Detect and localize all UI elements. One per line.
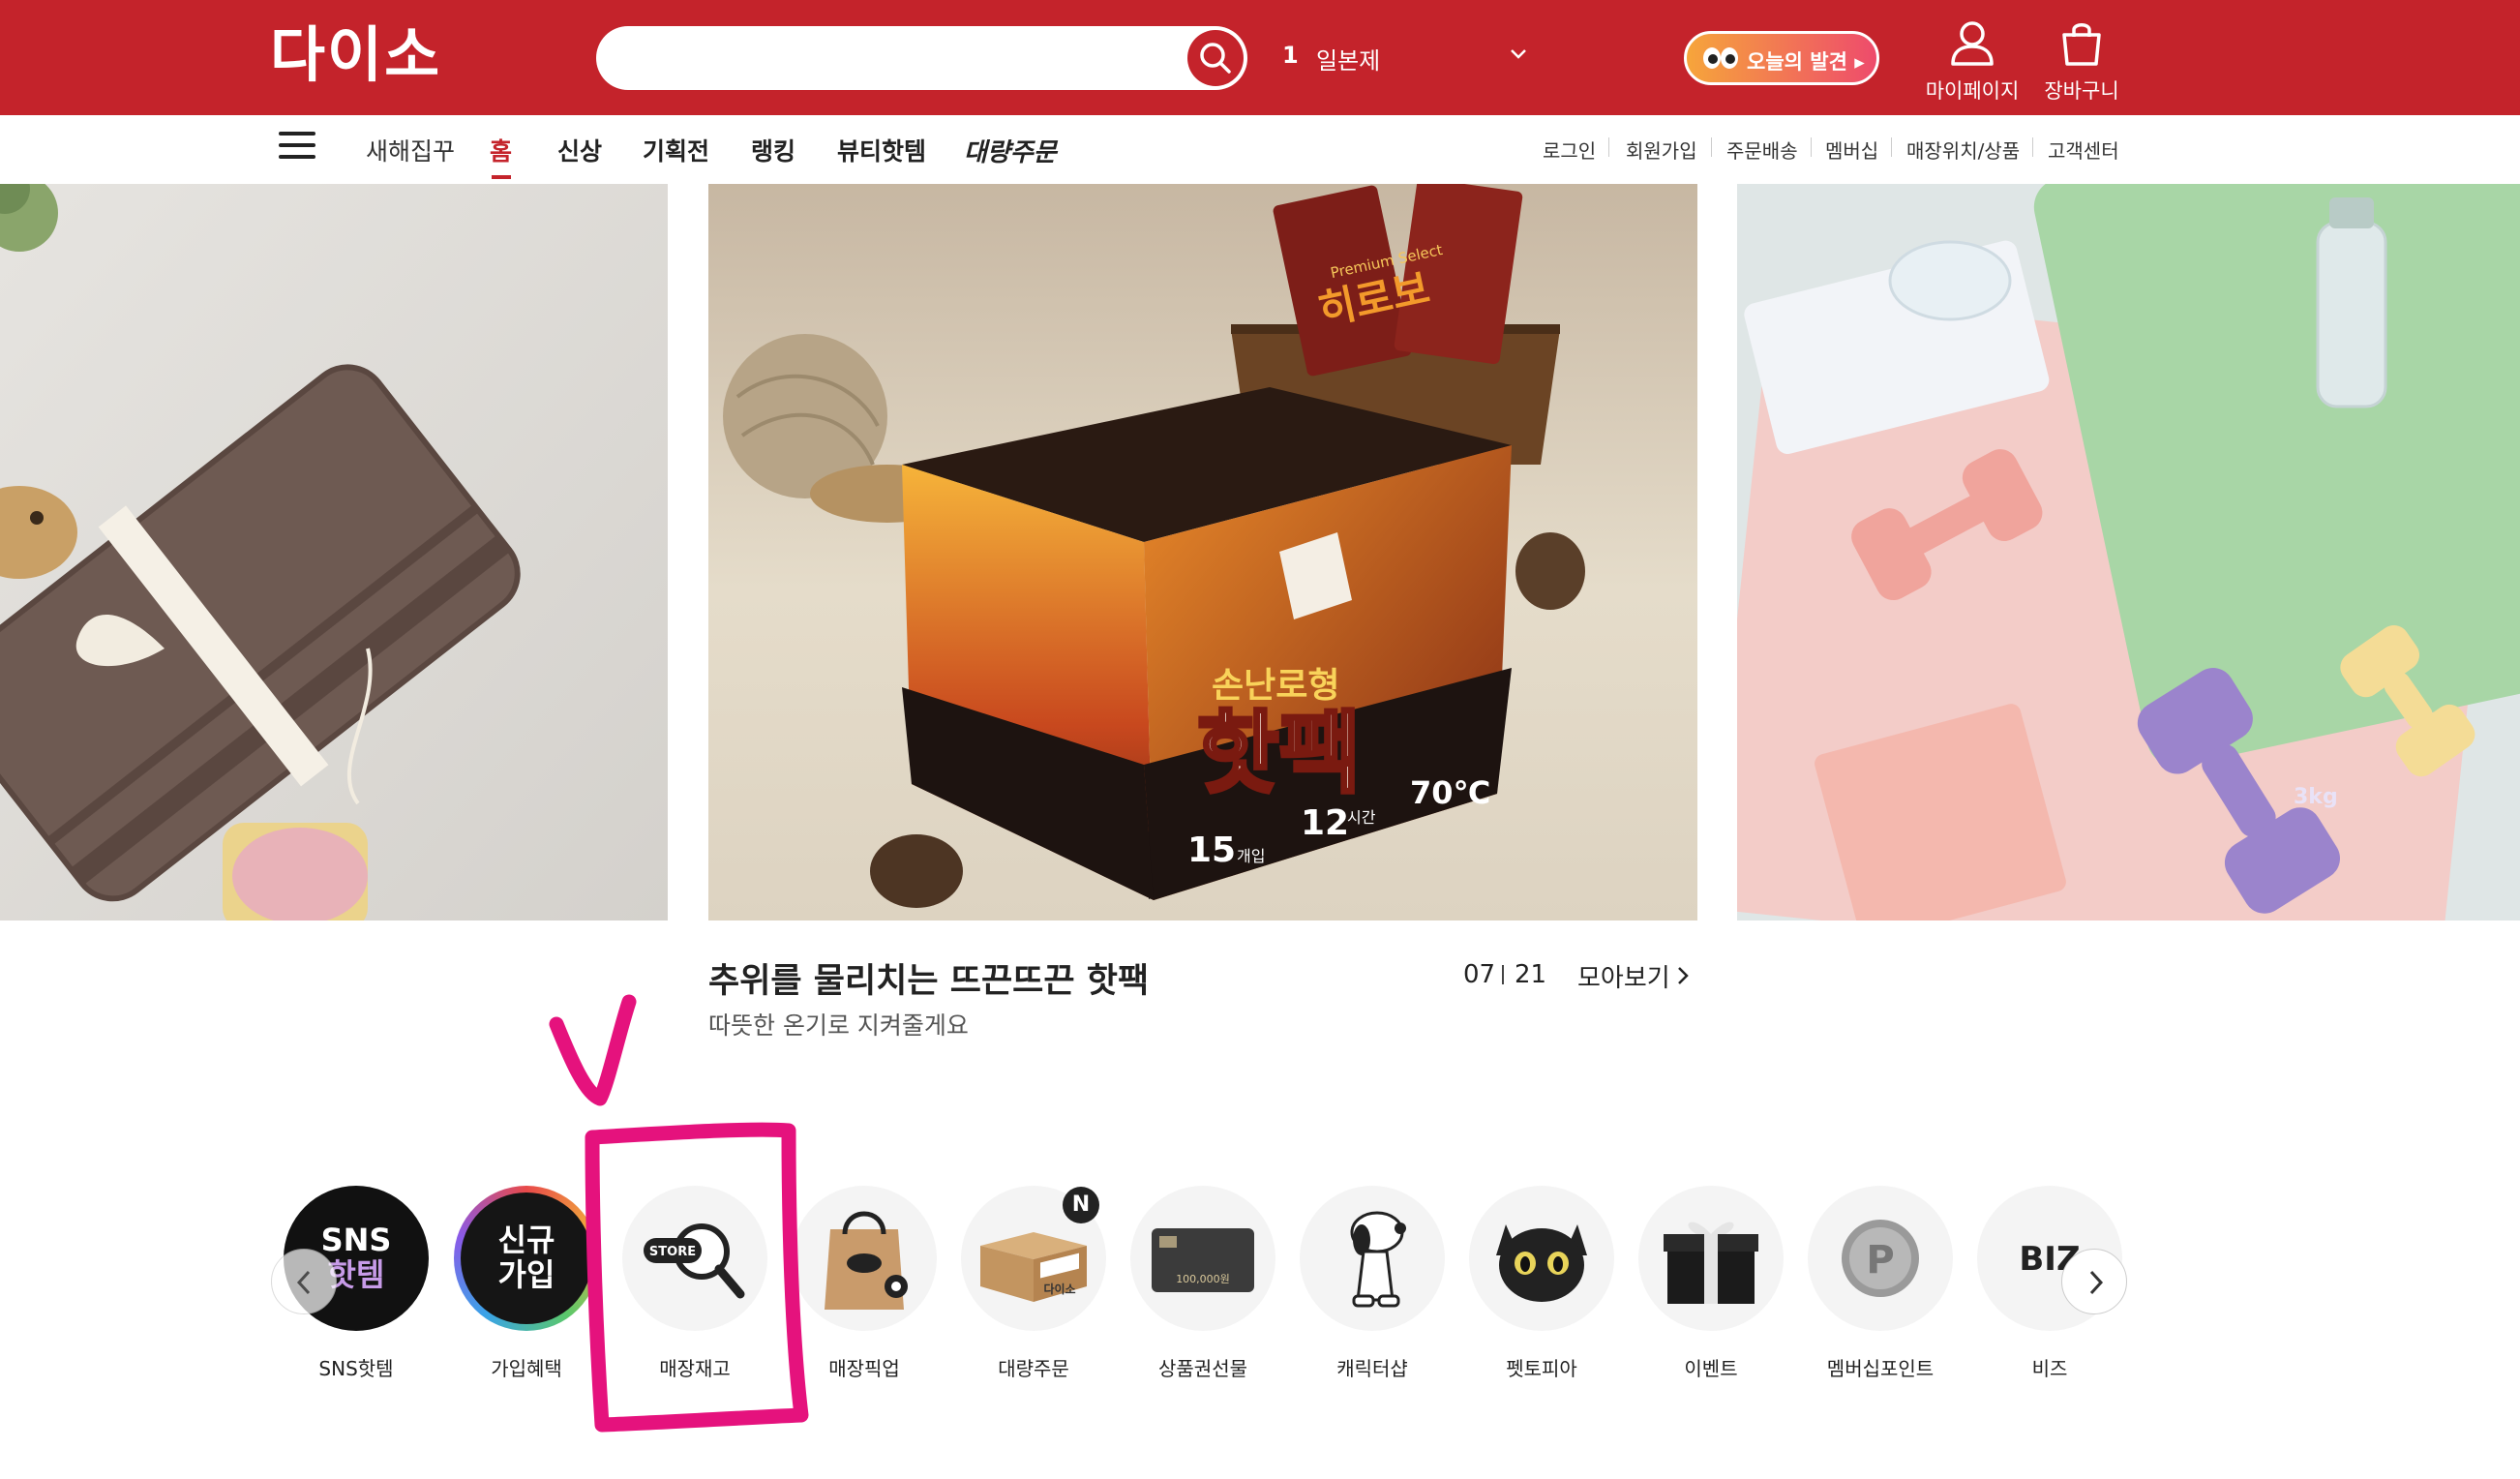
quick-menu-label: 펫토피아: [1506, 1357, 1577, 1380]
signup-benefits-icon: 신규 가입: [454, 1186, 599, 1331]
divider: [1608, 137, 1609, 157]
carousel-prev-button[interactable]: [271, 1249, 337, 1314]
quick-menu-pettopia[interactable]: [1469, 1186, 1614, 1331]
nav-item-bulk-order[interactable]: 대량주문: [964, 133, 1057, 168]
quick-menu-membership-points[interactable]: P: [1808, 1186, 1953, 1331]
nav-item-exhibition[interactable]: 기획전: [643, 133, 709, 167]
quick-menu-signup-benefits[interactable]: 신규 가입: [454, 1186, 599, 1331]
shopping-bag-pickup-icon: [792, 1186, 937, 1331]
box-count-unit-text: 개입: [1237, 847, 1265, 865]
quick-menu-label: 매장재고: [659, 1357, 731, 1380]
search-icon: [1200, 43, 1231, 74]
banner-slide-next[interactable]: 3kg: [1737, 184, 2520, 921]
banner-slide-prev[interactable]: [0, 184, 668, 921]
quick-menu-label: 대량주문: [998, 1357, 1069, 1380]
quick-menu-label: 캐릭터샵: [1336, 1357, 1408, 1380]
carousel-next-button[interactable]: [2061, 1249, 2127, 1314]
gift-box-icon: [1638, 1186, 1784, 1331]
nav-item-home[interactable]: 홈: [490, 133, 512, 167]
gift-card-amount: 100,000원: [1176, 1273, 1230, 1285]
divider: [1711, 137, 1712, 157]
new-badge: N: [1063, 1187, 1099, 1223]
store-search-icon: STORE: [622, 1186, 767, 1331]
quick-menu-label: 매장픽업: [828, 1357, 900, 1380]
nav-item-new-year-deco[interactable]: 새해집꾸: [366, 133, 455, 167]
dumbbell-weight-text: 3kg: [2294, 785, 2338, 809]
banner-page-current: 07: [1463, 960, 1496, 989]
banner-page-total: 21: [1515, 960, 1547, 989]
point-coin-icon: P: [1808, 1186, 1953, 1331]
box-temp-text: 70℃: [1410, 774, 1490, 811]
search-button[interactable]: [1187, 30, 1244, 86]
quick-menu-event[interactable]: [1638, 1186, 1784, 1331]
active-tab-indicator: [492, 175, 511, 179]
quick-menu-label: 멤버십포인트: [1826, 1357, 1935, 1380]
todays-discovery-label: 오늘의 발견 ▸: [1747, 50, 1865, 74]
view-all-link[interactable]: 모아보기: [1577, 958, 1670, 994]
membership-link[interactable]: 멤버십: [1825, 136, 1878, 164]
box-hours-text: 12: [1301, 803, 1349, 843]
quick-menu-character-shop[interactable]: [1300, 1186, 1445, 1331]
banner-subtitle: 따뜻한 온기로 지켜줄게요: [708, 1011, 969, 1040]
hot-pack-product-image: Premium Select 히로보 손난로형 핫팩 15 개입 12 시간 7…: [708, 184, 1697, 921]
box-brand-text: 손난로형: [1212, 666, 1339, 706]
banner-slide-current[interactable]: Premium Select 히로보 손난로형 핫팩 15 개입 12 시간 7…: [708, 184, 1697, 921]
mypage-button[interactable]: 마이페이지: [1914, 19, 2030, 105]
user-icon: [1951, 21, 1994, 66]
divider: [1502, 965, 1504, 984]
towel-gift-image: [0, 184, 668, 921]
menu-icon[interactable]: [279, 132, 315, 163]
todays-discovery-button[interactable]: 오늘의 발견 ▸: [1684, 31, 1879, 85]
box-icon-text: 다이소: [1043, 1282, 1075, 1296]
store-location-link[interactable]: 매장위치/상품: [1906, 136, 2020, 164]
chevron-right-icon[interactable]: [1677, 966, 1689, 985]
search-input[interactable]: [625, 36, 1171, 82]
quick-menu-label: 비즈: [2031, 1357, 2068, 1380]
box-title-text: 핫팩: [1197, 702, 1361, 805]
black-cat-icon: [1469, 1186, 1614, 1331]
box-hours-unit-text: 시간: [1347, 808, 1376, 827]
quick-menu-gift-card[interactable]: 100,000원: [1130, 1186, 1275, 1331]
divider: [1811, 137, 1812, 157]
customer-center-link[interactable]: 고객센터: [2048, 136, 2119, 164]
cart-button[interactable]: 장바구니: [2024, 19, 2140, 105]
nav-item-beauty[interactable]: 뷰티핫템: [837, 133, 926, 167]
divider: [2032, 137, 2033, 157]
quick-menu-label: 상품권선물: [1158, 1357, 1247, 1380]
login-link[interactable]: 로그인: [1543, 136, 1596, 164]
search-box[interactable]: [596, 26, 1247, 90]
snoopy-character-icon: [1300, 1186, 1445, 1331]
box-count-text: 15: [1187, 830, 1236, 870]
nav-item-ranking[interactable]: 랭킹: [751, 133, 795, 167]
order-delivery-link[interactable]: 주문배송: [1726, 136, 1798, 164]
daiso-logo[interactable]: 다이소: [270, 23, 441, 87]
checkmark-annotation: [549, 994, 637, 1106]
quick-menu-store-stock[interactable]: STORE: [622, 1186, 767, 1331]
nav-item-new[interactable]: 신상: [557, 133, 602, 167]
shopping-bag-icon: [2062, 23, 2101, 66]
chevron-right-icon: [2089, 1270, 2104, 1295]
quick-menu-store-pickup[interactable]: [792, 1186, 937, 1331]
eyes-icon: [1703, 47, 1738, 69]
banner-title[interactable]: 추위를 물리치는 뜨끈뜨끈 핫팩: [708, 953, 1149, 1003]
fitness-product-image: 3kg: [1737, 184, 2520, 921]
gift-card-icon: 100,000원: [1130, 1186, 1275, 1331]
mypage-label: 마이페이지: [1925, 79, 2020, 103]
divider: [1891, 137, 1892, 157]
cart-label: 장바구니: [2044, 79, 2119, 103]
chevron-left-icon: [296, 1270, 311, 1295]
trending-keyword[interactable]: 일본제: [1316, 42, 1380, 75]
chevron-down-icon[interactable]: [1510, 48, 1527, 60]
quick-menu-label: 이벤트: [1684, 1357, 1738, 1380]
quick-menu-label: 가입혜택: [491, 1357, 562, 1380]
trending-keyword-rank: 1: [1282, 42, 1299, 69]
store-icon-text: STORE: [649, 1245, 696, 1259]
point-coin-text: P: [1866, 1238, 1894, 1283]
quick-menu-label: SNS핫템: [318, 1357, 394, 1380]
signup-link[interactable]: 회원가입: [1626, 136, 1697, 164]
